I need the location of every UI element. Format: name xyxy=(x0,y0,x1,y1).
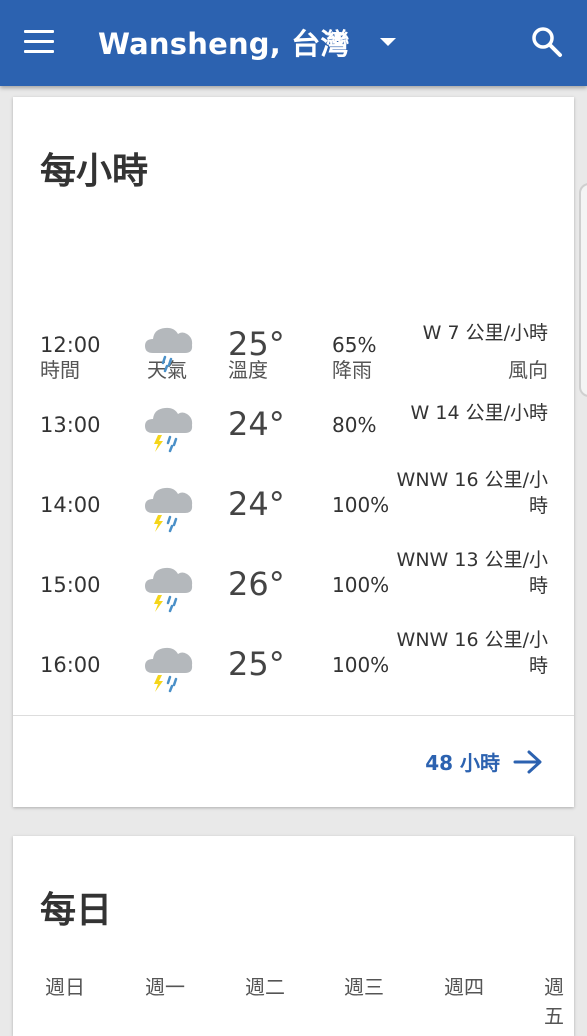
hour-wind: W 14 公里/小時 xyxy=(410,402,548,424)
hour-temperature: 25° xyxy=(228,645,285,683)
hour-temperature: 25° xyxy=(228,325,285,363)
menu-icon[interactable] xyxy=(22,28,56,56)
hour-rain-chance: 100% xyxy=(332,653,390,677)
hour-temperature: 24° xyxy=(228,485,285,523)
hour-temperature: 26° xyxy=(228,565,285,603)
thunderstorm-icon xyxy=(141,397,197,453)
hour-time: 15:00 xyxy=(40,573,101,597)
day-header: 週五 xyxy=(544,975,564,1028)
app-bar: Wansheng, 台灣 xyxy=(0,0,587,86)
arrow-right-icon xyxy=(513,750,542,773)
hour-rain-chance: 65% xyxy=(332,333,377,357)
hour-time: 12:00 xyxy=(40,333,101,357)
hour-wind: WNW 16 公里/小時 xyxy=(396,629,548,677)
hourly-row: 15:00 26° 100% WNW 13 公里/小時 xyxy=(13,547,574,627)
hour-time: 14:00 xyxy=(40,493,101,517)
hourly-row: 13:00 24° 80% W 14 公里/小時 xyxy=(13,387,574,467)
hour-wind: WNW 13 公里/小時 xyxy=(396,549,548,597)
rain-cloud-icon xyxy=(141,317,197,373)
hour-rain-chance: 100% xyxy=(332,493,390,517)
day-header: 週四 xyxy=(444,975,484,999)
hour-wind: W 7 公里/小時 xyxy=(422,322,548,344)
day-header: 週日 xyxy=(45,975,85,999)
dropdown-caret-icon xyxy=(379,38,396,46)
hour-wind: WNW 16 公里/小時 xyxy=(396,469,548,517)
day-header: 週二 xyxy=(245,975,285,999)
divider xyxy=(13,715,574,716)
48-hour-label: 48 小時 xyxy=(425,751,500,775)
thunderstorm-icon xyxy=(141,637,197,693)
48-hour-link[interactable]: 48 小時 xyxy=(425,747,544,776)
scroll-indicator xyxy=(579,183,587,397)
thunderstorm-icon xyxy=(141,477,197,533)
hour-time: 13:00 xyxy=(40,413,101,437)
daily-title: 每日 xyxy=(40,890,113,931)
thunderstorm-icon xyxy=(141,557,197,613)
hourly-row: 16:00 25° 100% WNW 16 公里/小時 xyxy=(13,627,574,707)
location-selector[interactable]: Wansheng, 台灣 xyxy=(98,20,396,64)
search-icon[interactable] xyxy=(529,24,565,60)
day-header: 週一 xyxy=(145,975,185,999)
hourly-row: 14:00 24° 100% WNW 16 公里/小時 xyxy=(13,467,574,547)
hour-temperature: 24° xyxy=(228,405,285,443)
hourly-title: 每小時 xyxy=(40,151,149,192)
hour-rain-chance: 100% xyxy=(332,573,390,597)
hourly-row: 12:00 25° 65% W 7 公里/小時 xyxy=(13,307,574,387)
hour-rain-chance: 80% xyxy=(332,413,377,437)
hour-time: 16:00 xyxy=(40,653,101,677)
hourly-card: 每小時 時間 天氣 溫度 降雨 風向 12:00 25° 65% W 7 公里/小時 1… xyxy=(13,97,574,807)
daily-card: 每日 週日 週一 週二 週三 週四 週五 xyxy=(13,836,574,1036)
day-header: 週三 xyxy=(344,975,384,999)
location-title: Wansheng, 台灣 xyxy=(98,27,350,61)
